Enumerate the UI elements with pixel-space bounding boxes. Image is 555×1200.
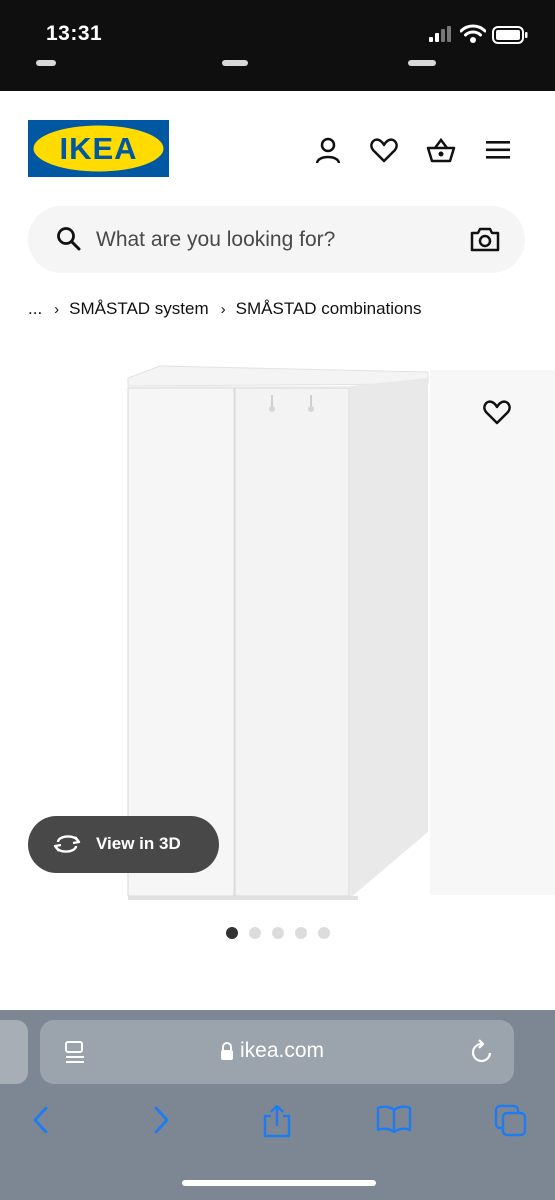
previous-tab-preview[interactable] xyxy=(0,1020,28,1084)
view-in-3d-label: View in 3D xyxy=(96,834,181,853)
search-bar[interactable]: What are you looking for? xyxy=(28,206,525,273)
carousel-indicator xyxy=(226,927,330,939)
breadcrumb-chevron-icon: › xyxy=(220,300,226,318)
status-fragment xyxy=(408,60,436,66)
heart-icon[interactable] xyxy=(370,136,398,164)
view-in-3d-button[interactable]: View in 3D xyxy=(28,816,219,873)
breadcrumb: ... › SMÅSTAD system › SMÅSTAD combinati… xyxy=(28,299,421,319)
menu-icon[interactable] xyxy=(485,136,513,164)
status-fragment xyxy=(36,60,56,66)
url-text: ikea.com xyxy=(240,1039,325,1062)
bookmarks-icon[interactable] xyxy=(376,1104,412,1139)
basket-icon[interactable] xyxy=(426,136,456,164)
search-icon xyxy=(56,226,82,257)
carousel-dot[interactable] xyxy=(272,927,284,939)
battery-icon xyxy=(492,26,528,49)
breadcrumb-item-smastad-system[interactable]: SMÅSTAD system xyxy=(69,299,208,319)
wifi-icon xyxy=(459,24,487,49)
breadcrumb-ellipsis[interactable]: ... xyxy=(28,299,42,319)
back-icon[interactable] xyxy=(30,1104,52,1141)
breadcrumb-item-smastad-combinations[interactable]: SMÅSTAD combinations xyxy=(236,299,422,319)
forward-icon[interactable] xyxy=(150,1104,172,1141)
search-placeholder: What are you looking for? xyxy=(96,228,336,251)
cellular-signal-icon xyxy=(429,26,453,47)
lock-icon xyxy=(220,1041,234,1066)
share-icon[interactable] xyxy=(261,1104,293,1143)
profile-icon[interactable] xyxy=(314,136,342,164)
home-indicator[interactable] xyxy=(182,1180,376,1186)
tabs-icon[interactable] xyxy=(494,1104,528,1143)
breadcrumb-chevron-icon: › xyxy=(54,300,60,318)
carousel-dot[interactable] xyxy=(318,927,330,939)
reload-icon[interactable] xyxy=(470,1039,494,1070)
carousel-dot[interactable] xyxy=(249,927,261,939)
camera-search-icon[interactable] xyxy=(470,226,500,257)
carousel-dot[interactable] xyxy=(295,927,307,939)
page-menu-icon[interactable] xyxy=(64,1040,86,1069)
ikea-logo[interactable]: IKEA xyxy=(28,120,169,177)
address-bar[interactable]: ikea.com xyxy=(40,1020,514,1084)
rotate-3d-icon xyxy=(52,833,82,860)
ikea-logo-text: IKEA xyxy=(59,131,137,166)
status-fragment xyxy=(222,60,248,66)
status-time: 13:31 xyxy=(46,22,103,45)
status-bar: 13:31 xyxy=(0,0,555,91)
carousel-dot[interactable] xyxy=(226,927,238,939)
favourite-heart-icon[interactable] xyxy=(482,398,512,431)
